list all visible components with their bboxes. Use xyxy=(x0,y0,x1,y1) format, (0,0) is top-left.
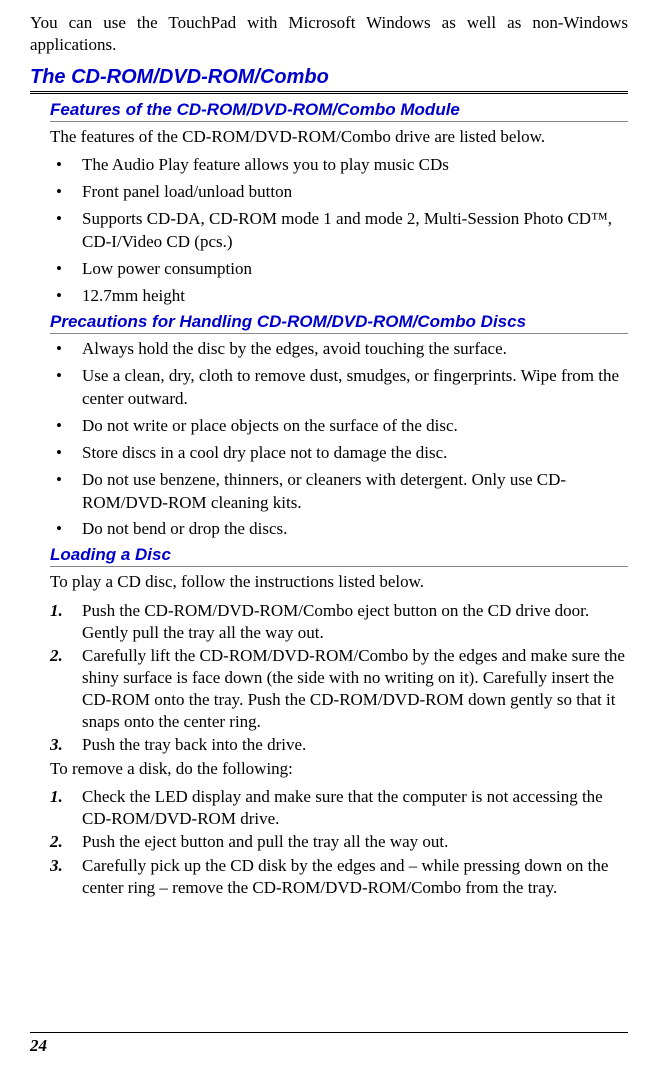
remove-lead: To remove a disk, do the following: xyxy=(50,758,628,780)
step-item: Push the eject button and pull the tray … xyxy=(50,831,628,853)
section-title-cdrom: The CD-ROM/DVD-ROM/Combo xyxy=(30,66,628,94)
loading-lead: To play a CD disc, follow the instructio… xyxy=(50,571,628,593)
page-number: 24 xyxy=(30,1036,47,1055)
list-item: Do not use benzene, thinners, or cleaner… xyxy=(50,469,628,515)
list-item: Do not bend or drop the discs. xyxy=(50,518,628,541)
step-item: Carefully pick up the CD disk by the edg… xyxy=(50,855,628,899)
page-footer: 24 xyxy=(30,1032,628,1056)
subsection-features-title: Features of the CD-ROM/DVD-ROM/Combo Mod… xyxy=(50,100,628,122)
list-item: Store discs in a cool dry place not to d… xyxy=(50,442,628,465)
subsection-loading-title: Loading a Disc xyxy=(50,545,628,567)
list-item: The Audio Play feature allows you to pla… xyxy=(50,154,628,177)
list-item: Always hold the disc by the edges, avoid… xyxy=(50,338,628,361)
step-item: Carefully lift the CD-ROM/DVD-ROM/Combo … xyxy=(50,645,628,733)
loading-steps: Push the CD-ROM/DVD-ROM/Combo eject butt… xyxy=(50,600,628,757)
step-item: Check the LED display and make sure that… xyxy=(50,786,628,830)
subsection-precautions-title: Precautions for Handling CD-ROM/DVD-ROM/… xyxy=(50,312,628,334)
list-item: Front panel load/unload button xyxy=(50,181,628,204)
features-lead: The features of the CD-ROM/DVD-ROM/Combo… xyxy=(50,126,628,148)
list-item: 12.7mm height xyxy=(50,285,628,308)
list-item: Low power consumption xyxy=(50,258,628,281)
step-item: Push the CD-ROM/DVD-ROM/Combo eject butt… xyxy=(50,600,628,644)
list-item: Do not write or place objects on the sur… xyxy=(50,415,628,438)
remove-steps: Check the LED display and make sure that… xyxy=(50,786,628,898)
step-item: Push the tray back into the drive. xyxy=(50,734,628,756)
list-item: Use a clean, dry, cloth to remove dust, … xyxy=(50,365,628,411)
list-item: Supports CD-DA, CD-ROM mode 1 and mode 2… xyxy=(50,208,628,254)
features-list: The Audio Play feature allows you to pla… xyxy=(50,154,628,308)
intro-paragraph: You can use the TouchPad with Microsoft … xyxy=(30,12,628,56)
precautions-list: Always hold the disc by the edges, avoid… xyxy=(50,338,628,542)
